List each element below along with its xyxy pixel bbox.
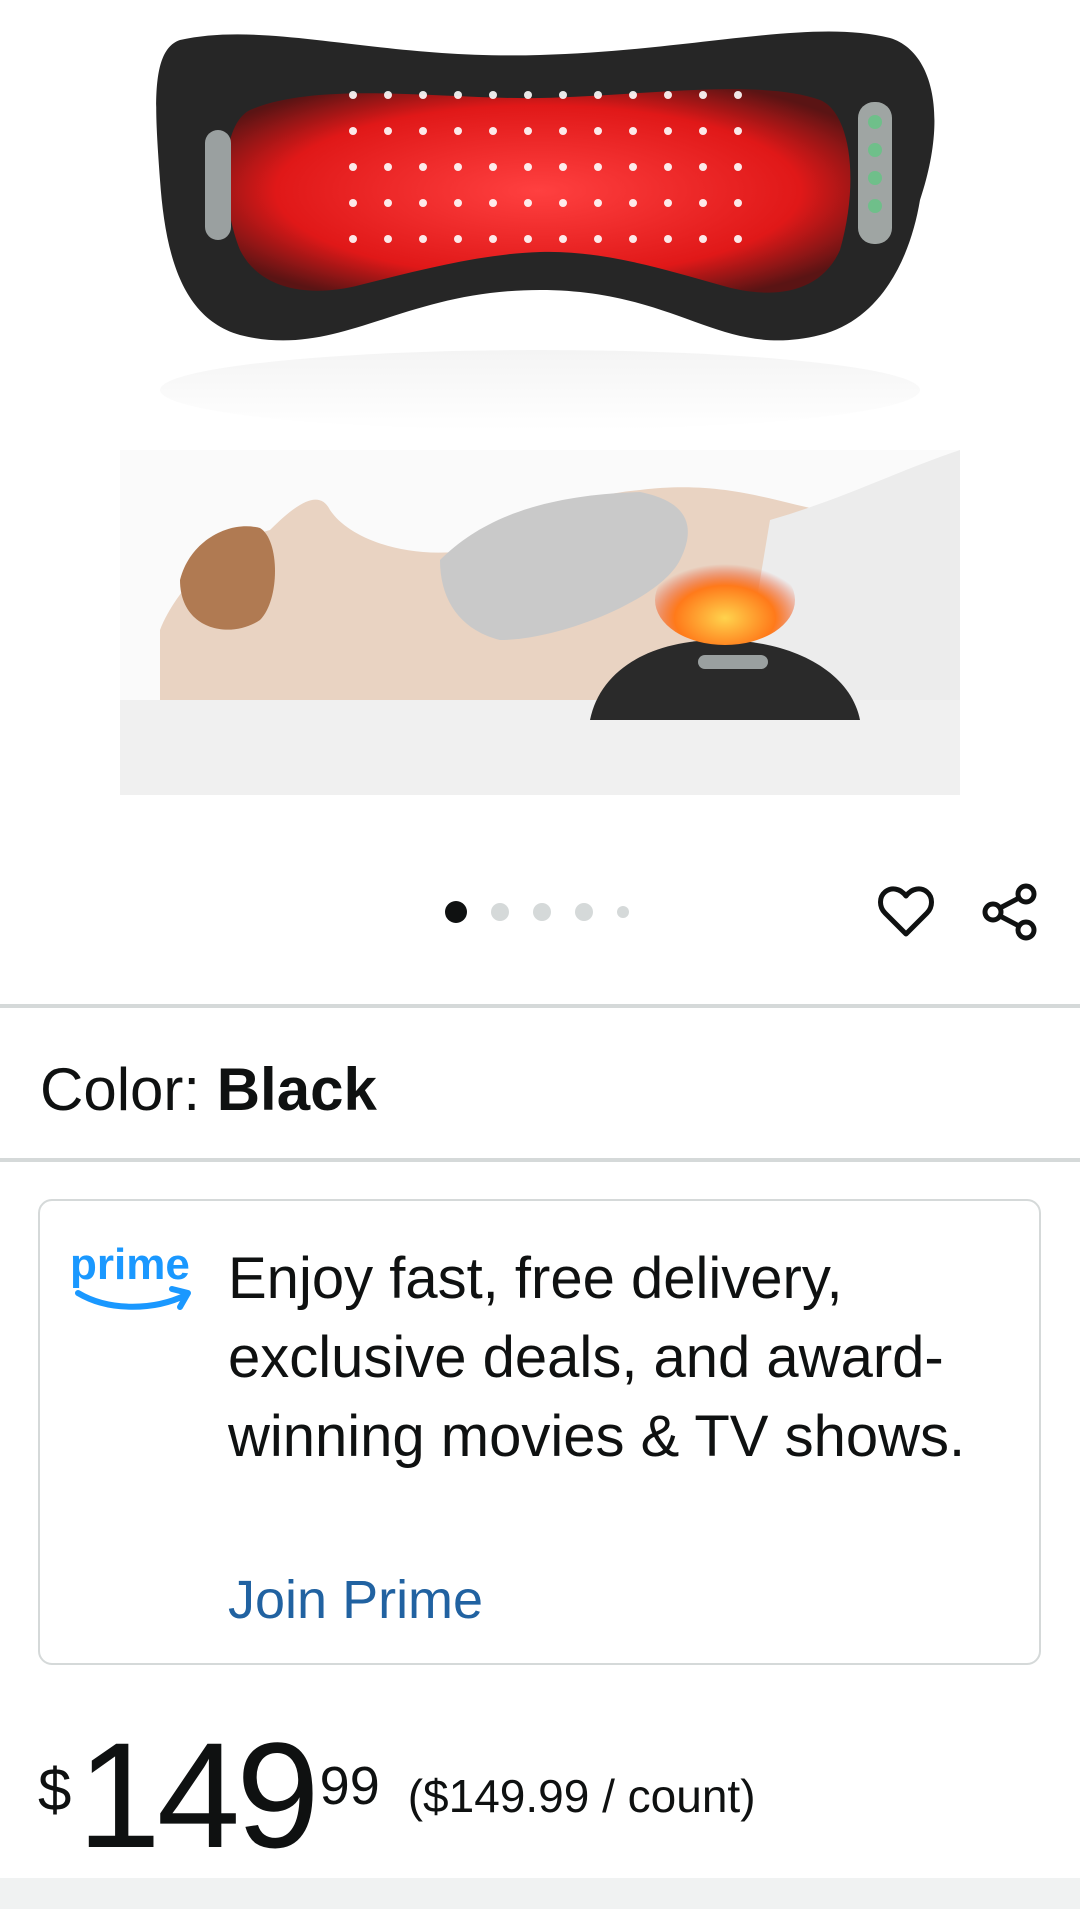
product-photo (120, 31, 960, 795)
carousel-dot[interactable] (491, 903, 509, 921)
carousel-dot[interactable] (533, 903, 551, 921)
color-value: Black (216, 1056, 377, 1123)
join-prime-link[interactable]: Join Prime (228, 1567, 483, 1633)
color-label: Color: (40, 1056, 217, 1123)
wishlist-button[interactable] (874, 880, 938, 944)
price-fraction: 99 (319, 1756, 380, 1816)
unit-price: ($149.99 / count) (407, 1770, 756, 1822)
carousel-dot[interactable] (575, 903, 593, 921)
carousel-dot[interactable] (617, 906, 629, 918)
prime-message: Enjoy fast, free delivery, exclusive dea… (228, 1246, 966, 1469)
product-image[interactable] (120, 0, 960, 795)
price-whole: 149 (77, 1711, 319, 1879)
share-icon (982, 883, 1037, 941)
share-button[interactable] (978, 880, 1042, 944)
carousel-dot[interactable] (445, 901, 467, 923)
price-symbol: $ (38, 1756, 72, 1823)
carousel-dots[interactable] (445, 898, 653, 926)
section-divider (0, 1158, 1080, 1162)
product-gallery[interactable] (0, 0, 1080, 1000)
prime-promo-card[interactable]: prime Enjoy fast, free delivery, exclusi… (38, 1199, 1041, 1665)
section-divider (0, 1004, 1080, 1008)
prime-logo-text: prime (70, 1240, 190, 1289)
prime-smile-icon: prime (70, 1240, 191, 1310)
price-block: $ 149 99 ($149.99 / count) (38, 1720, 756, 1870)
prime-logo: prime (68, 1237, 208, 1317)
bottom-strip (0, 1878, 1080, 1909)
heart-icon (878, 886, 934, 937)
color-selector[interactable]: Color: Black (40, 1055, 377, 1125)
